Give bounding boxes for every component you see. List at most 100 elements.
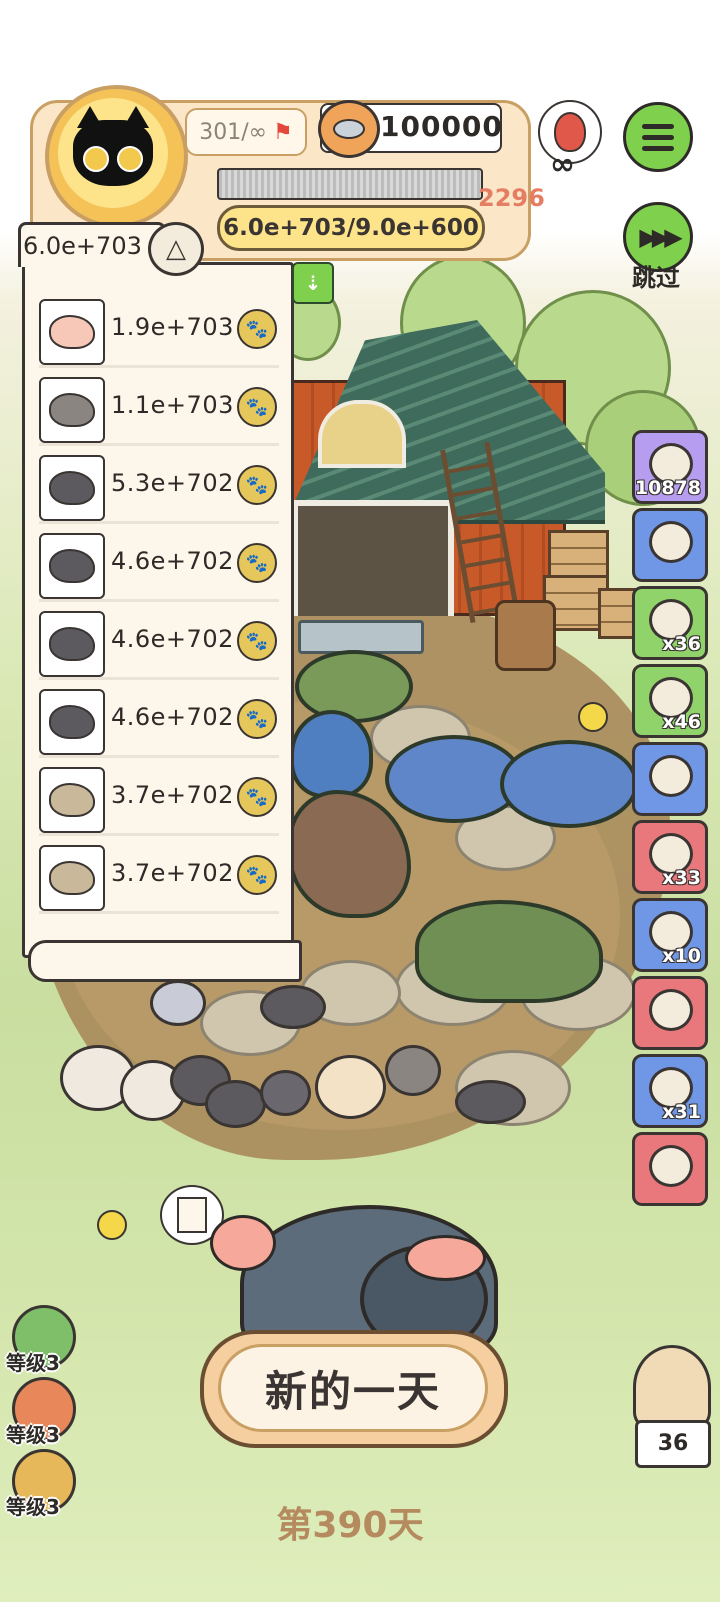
hay-loft-window xyxy=(318,400,406,468)
item-count: x36 xyxy=(662,633,701,655)
item-slot[interactable]: x36 xyxy=(632,586,708,660)
item-count: x31 xyxy=(662,1101,701,1123)
barrel xyxy=(495,600,556,671)
flag-icon: ⚑ xyxy=(273,119,293,145)
experience-bar xyxy=(217,168,483,200)
day-counter: 第390天 xyxy=(276,1505,424,1546)
black-cat-avatar-icon xyxy=(58,98,168,208)
fast-forward-icon: ▶▶▶ xyxy=(639,223,682,251)
critter-bird[interactable] xyxy=(150,980,206,1026)
experience-cap: 2296 xyxy=(478,184,545,212)
yellow-flower xyxy=(578,702,608,732)
ranking-value: 3.7e+702 xyxy=(111,781,234,809)
rope-icon xyxy=(649,989,693,1031)
item-slot[interactable] xyxy=(632,508,708,582)
menu-button[interactable] xyxy=(623,102,693,172)
ranking-row[interactable]: 4.6e+702 🐾 xyxy=(39,685,279,758)
level-label: 等级3 xyxy=(6,1423,60,1447)
chevron-up-icon: △ xyxy=(166,234,186,264)
blue-chameleon[interactable] xyxy=(500,740,638,828)
ranking-row[interactable]: 4.6e+702 🐾 xyxy=(39,607,279,680)
ranking-panel: 1.9e+703 🐾 1.1e+703 🐾 5.3e+702 🐾 4.6e+702 🐾 4.6e… xyxy=(22,262,294,958)
item-count: x10 xyxy=(662,945,701,967)
new-day-label: 新的一天 xyxy=(218,1344,488,1432)
ranking-row[interactable]: 5.3e+702 🐾 xyxy=(39,451,279,524)
critter-jerboa[interactable] xyxy=(385,1045,441,1096)
ranking-row[interactable]: 4.6e+702 🐾 xyxy=(39,529,279,602)
menu-line xyxy=(642,134,674,140)
coin-amount: 100000 xyxy=(380,110,503,143)
apple-crate xyxy=(548,530,609,581)
scroll-footer xyxy=(28,940,302,982)
food-bowl-icon xyxy=(318,100,380,158)
item-count: x33 xyxy=(662,867,701,889)
menu-line xyxy=(642,145,674,151)
sort-icon: ⇣ xyxy=(304,271,322,295)
infinity-icon: ∞ xyxy=(550,147,575,182)
ranking-value: 1.1e+703 xyxy=(111,391,234,419)
jerboa-icon xyxy=(39,377,105,443)
critter-hamster[interactable] xyxy=(315,1055,386,1119)
ranking-value: 1.9e+703 xyxy=(111,313,234,341)
hedgehog-icon xyxy=(39,767,105,833)
item-slot[interactable] xyxy=(632,742,708,816)
item-slot[interactable] xyxy=(632,976,708,1050)
paw-icon: 🐾 xyxy=(237,699,277,739)
item-slot[interactable]: 10878 xyxy=(632,430,708,504)
paw-icon: 🐾 xyxy=(237,387,277,427)
sort-button[interactable]: ⇣ xyxy=(292,262,334,304)
hedgehog-icon xyxy=(39,845,105,911)
yellow-flower xyxy=(97,1210,127,1240)
item-slot[interactable]: x46 xyxy=(632,664,708,738)
barn-door xyxy=(292,500,454,616)
ranking-row[interactable]: 3.7e+702 🐾 xyxy=(39,841,279,914)
menu-line xyxy=(642,123,674,129)
paw-icon: 🐾 xyxy=(237,465,277,505)
new-day-button[interactable]: 新的一天 xyxy=(200,1330,508,1448)
ranking-row[interactable]: 3.7e+702 🐾 xyxy=(39,763,279,836)
level-indicator: 301/∞ ⚑ xyxy=(185,108,307,156)
ranking-value: 4.6e+702 xyxy=(111,703,234,731)
paw-icon: 🐾 xyxy=(237,621,277,661)
level-label: 等级3 xyxy=(6,1351,60,1375)
paw-icon: 🐾 xyxy=(237,855,277,895)
paw-icon: 🐾 xyxy=(237,309,277,349)
power-ratio: 6.0e+703/9.0e+600 xyxy=(217,205,485,251)
level-label: 等级3 xyxy=(6,1495,60,1519)
collapse-button[interactable]: △ xyxy=(148,222,204,276)
ranking-value: 3.7e+702 xyxy=(111,859,234,887)
critter-mole[interactable] xyxy=(205,1080,266,1128)
ranking-total: 6.0e+703 xyxy=(18,222,166,267)
wool-tuft xyxy=(405,1235,486,1281)
ranking-row[interactable]: 1.9e+703 🐾 xyxy=(39,295,279,368)
level-text: 301/∞ xyxy=(199,119,267,145)
mole-icon xyxy=(39,533,105,599)
blue-raptor[interactable] xyxy=(290,710,373,798)
item-count: x46 xyxy=(662,711,701,733)
paw-icon: 🐾 xyxy=(237,543,277,583)
jar-icon xyxy=(649,521,693,563)
owl-count: 36 xyxy=(635,1420,711,1468)
ranking-value: 4.6e+702 xyxy=(111,625,234,653)
critter-mole[interactable] xyxy=(455,1080,526,1124)
green-dinosaur[interactable] xyxy=(295,650,413,723)
owl-icon[interactable] xyxy=(633,1345,711,1429)
item-slot[interactable] xyxy=(632,1132,708,1206)
hat-icon xyxy=(649,755,693,797)
wool-tuft xyxy=(210,1215,276,1271)
item-count: 10878 xyxy=(634,477,701,499)
skip-label[interactable]: 跳过 xyxy=(622,258,690,293)
paw-icon: 🐾 xyxy=(237,777,277,817)
critter-mole[interactable] xyxy=(260,985,326,1029)
ranking-value: 4.6e+702 xyxy=(111,547,234,575)
stone-slab xyxy=(298,620,424,654)
ranking-value: 5.3e+702 xyxy=(111,469,234,497)
critter-mole[interactable] xyxy=(260,1070,311,1116)
item-slot[interactable]: x33 xyxy=(632,820,708,894)
item-slot[interactable]: x10 xyxy=(632,898,708,972)
ranking-row[interactable]: 1.1e+703 🐾 xyxy=(39,373,279,446)
mole-icon xyxy=(39,455,105,521)
item-slot[interactable]: x31 xyxy=(632,1054,708,1128)
mole-icon xyxy=(39,611,105,677)
donut-icon xyxy=(39,299,105,365)
